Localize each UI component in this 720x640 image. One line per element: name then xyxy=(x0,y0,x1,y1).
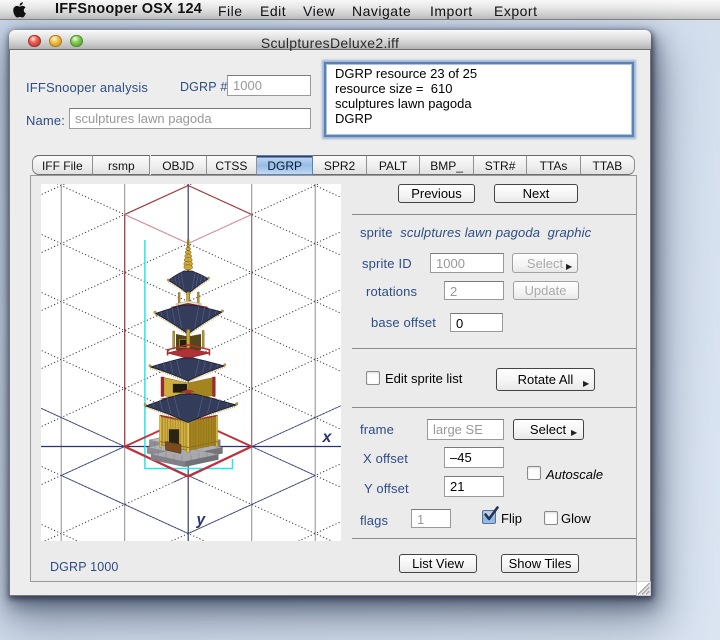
svg-text:y: y xyxy=(196,512,207,529)
svg-text:x: x xyxy=(322,429,333,446)
